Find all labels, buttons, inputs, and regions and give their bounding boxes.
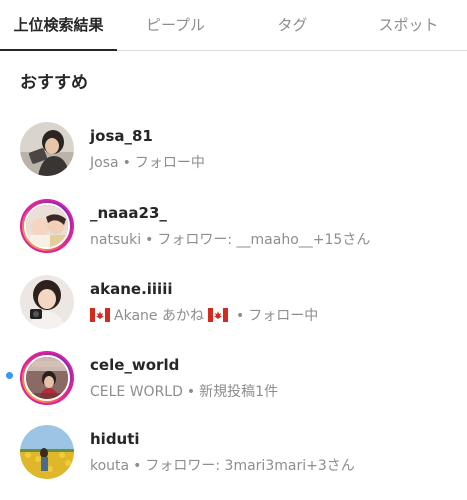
list-item[interactable]: _naaa23_ natsuki • フォロワー: __maaho__+15さん — [0, 191, 467, 265]
follower-info: フォロワー: 3mari3mari+3さん — [145, 458, 355, 474]
display-name: natsuki — [90, 232, 142, 248]
separator: • — [122, 155, 131, 171]
subtitle: Josa • フォロー中 — [90, 152, 205, 172]
username: _naaa23_ — [90, 204, 167, 222]
avatar-with-story-ring[interactable] — [20, 351, 74, 405]
username: akane.iiiii — [90, 280, 173, 298]
separator: • — [186, 384, 196, 400]
avatar-with-story-ring[interactable] — [20, 199, 74, 253]
separator: • — [235, 308, 245, 324]
display-name: Josa — [90, 155, 119, 171]
avatar[interactable] — [20, 122, 74, 176]
username: cele_world — [90, 356, 180, 374]
tab-people[interactable]: ピープル — [117, 0, 234, 50]
display-name: Akane あかね — [114, 308, 204, 324]
follow-status: フォロー中 — [248, 308, 319, 324]
avatar[interactable] — [20, 425, 74, 479]
subtitle: natsuki • フォロワー: __maaho__+15さん — [90, 229, 370, 249]
list-item[interactable]: josa_81 Josa • フォロー中 — [0, 114, 467, 188]
display-name: CELE WORLD — [90, 384, 183, 400]
display-name: kouta — [90, 458, 130, 474]
avatar-photo — [26, 357, 68, 399]
unseen-indicator — [6, 372, 13, 379]
tab-places[interactable]: スポット — [350, 0, 467, 50]
subtitle: CELE WORLD • 新規投稿1件 — [90, 381, 278, 401]
subtitle: kouta • フォロワー: 3mari3mari+3さん — [90, 455, 355, 475]
username: josa_81 — [90, 127, 153, 145]
list-item[interactable]: hiduti kouta • フォロワー: 3mari3mari+3さん — [0, 417, 467, 491]
follower-info: フォロワー: __maaho__+15さん — [157, 232, 371, 248]
list-item[interactable]: akane.iiiii Akane あかね • フォロー中 — [0, 267, 467, 341]
separator: • — [145, 232, 154, 248]
new-post-status: 新規投稿1件 — [199, 384, 279, 400]
active-tab-indicator — [0, 49, 117, 51]
avatar[interactable] — [20, 275, 74, 329]
separator: • — [133, 458, 142, 474]
canada-flag-icon — [90, 308, 110, 322]
subtitle: Akane あかね • フォロー中 — [90, 305, 318, 325]
section-heading: おすすめ — [20, 73, 88, 93]
canada-flag-icon — [207, 308, 228, 322]
search-tabs: 上位検索結果 ピープル タグ スポット — [0, 0, 467, 51]
follow-status: フォロー中 — [134, 155, 205, 171]
username: hiduti — [90, 430, 140, 448]
tab-tags[interactable]: タグ — [234, 0, 351, 50]
avatar-photo — [26, 205, 68, 247]
list-item[interactable]: cele_world CELE WORLD • 新規投稿1件 — [0, 343, 467, 417]
tab-top-results[interactable]: 上位検索結果 — [0, 0, 117, 50]
